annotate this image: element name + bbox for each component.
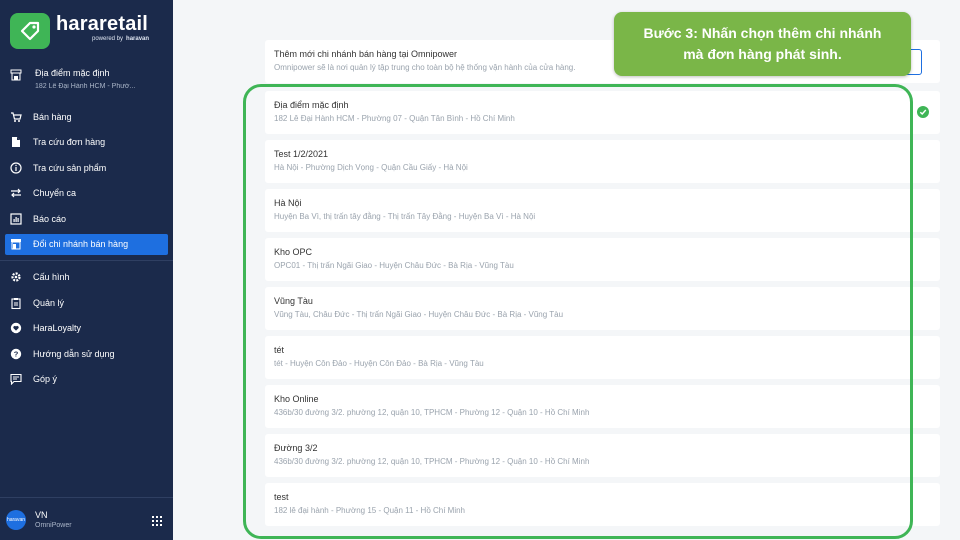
- branch-name: tét: [274, 345, 285, 355]
- sidebar-item-huong-dan[interactable]: ? Hướng dẫn sử dụng: [0, 341, 173, 367]
- branch-item[interactable]: tét tét - Huyện Côn Đảo - Huyện Côn Đảo …: [265, 336, 940, 379]
- info-icon: [10, 162, 22, 174]
- store-icon: [10, 238, 22, 250]
- branch-address: Hà Nội - Phường Dịch Vọng - Quận Cầu Giấ…: [274, 163, 468, 172]
- branch-address: 182 Lê Đại Hành HCM - Phường 07 - Quận T…: [274, 114, 515, 123]
- branch-address: 436b/30 đường 3/2. phường 12, quận 10, T…: [274, 408, 590, 417]
- sidebar-footer: haravan VN OmniPower: [0, 497, 173, 540]
- sidebar-menu: Bán hàng Tra cứu đơn hàng Tra cứu sản ph…: [0, 104, 173, 392]
- help-icon: ?: [10, 348, 22, 360]
- branch-item[interactable]: Kho Online 436b/30 đường 3/2. phường 12,…: [265, 385, 940, 428]
- branch-address: tét - Huyện Côn Đảo - Huyện Côn Đảo - Bà…: [274, 359, 484, 368]
- branch-name: test: [274, 492, 289, 502]
- branch-item[interactable]: Test 1/2/2021 Hà Nội - Phường Dịch Vọng …: [265, 140, 940, 183]
- branch-name: Địa điểm mặc định: [274, 100, 349, 110]
- location-address: 182 Lê Đại Hành HCM - Phườ...: [35, 83, 136, 90]
- feedback-icon: [10, 373, 22, 386]
- cart-icon: [10, 111, 22, 123]
- sidebar-item-label: Quản lý: [33, 297, 65, 308]
- sidebar-item-label: Góp ý: [33, 374, 58, 385]
- sidebar-item-tra-cuu-don-hang[interactable]: Tra cứu đơn hàng: [0, 130, 173, 156]
- callout-line-1: Bước 3: Nhấn chọn thêm chi nhánh: [643, 25, 882, 41]
- logo-powered: powered by: [92, 36, 124, 42]
- swap-icon: [10, 187, 22, 199]
- branch-address: OPC01 - Thị trấn Ngãi Giao - Huyện Châu …: [274, 261, 514, 270]
- sidebar-item-label: Tra cứu đơn hàng: [33, 137, 106, 148]
- apps-grid-icon[interactable]: [152, 516, 162, 526]
- sidebar-item-label: HaraLoyalty: [33, 323, 82, 334]
- logo-name: hararetail: [56, 13, 149, 35]
- branch-address: 436b/30 đường 3/2. phường 12, quận 10, T…: [274, 457, 590, 466]
- location-selector[interactable]: Địa điểm mặc định 182 Lê Đại Hành HCM - …: [0, 62, 173, 100]
- logo-brand: haravan: [126, 36, 150, 42]
- add-branch-title: Thêm mới chi nhánh bán hàng tại Omnipowe…: [274, 49, 457, 59]
- branch-name: Hà Nội: [274, 198, 302, 208]
- sidebar-item-label: Đổi chi nhánh bán hàng: [33, 239, 129, 249]
- sidebar-item-gop-y[interactable]: Góp ý: [0, 367, 173, 393]
- location-title: Địa điểm mặc định: [35, 68, 110, 78]
- sidebar-item-tra-cuu-san-pham[interactable]: Tra cứu sản phẩm: [0, 155, 173, 181]
- footer-user: VN: [35, 510, 48, 520]
- branch-item-default[interactable]: Địa điểm mặc định 182 Lê Đại Hành HCM - …: [265, 91, 940, 134]
- branch-name: Kho Online: [274, 394, 319, 404]
- branch-name: Kho OPC: [274, 247, 313, 257]
- add-branch-description: Omnipower sẽ là nơi quản lý tập trung ch…: [274, 63, 576, 72]
- branch-address: 182 lê đại hành - Phường 15 - Quận 11 - …: [274, 506, 466, 515]
- store-icon: [10, 68, 22, 81]
- logo[interactable]: hararetail powered by haravan: [10, 13, 149, 49]
- sidebar: hararetail powered by haravan Địa điểm m…: [0, 0, 173, 540]
- main-content: Thêm mới chi nhánh bán hàng tại Omnipowe…: [173, 0, 960, 540]
- avatar[interactable]: haravan: [6, 510, 26, 530]
- branch-address: Vũng Tàu, Châu Đức - Thị trấn Ngãi Giao …: [274, 310, 564, 319]
- branch-name: Test 1/2/2021: [274, 149, 329, 159]
- branch-name: Vũng Tàu: [274, 296, 313, 306]
- sidebar-divider: [0, 259, 173, 261]
- sidebar-item-label: Bán hàng: [33, 111, 72, 122]
- branch-address: Huyện Ba Vì, thị trấn tây đằng - Thị trấ…: [274, 212, 536, 221]
- document-icon: [10, 136, 22, 148]
- sidebar-item-label: Tra cứu sản phẩm: [33, 162, 107, 173]
- sidebar-item-label: Chuyển ca: [33, 188, 77, 199]
- sidebar-item-quan-ly[interactable]: Quản lý: [0, 290, 173, 316]
- branch-name: Đường 3/2: [274, 443, 318, 453]
- footer-org: OmniPower: [35, 522, 72, 529]
- clipboard-icon: [10, 297, 22, 309]
- gear-icon: [10, 271, 22, 283]
- sidebar-item-chuyen-ca[interactable]: Chuyển ca: [0, 181, 173, 207]
- heart-icon: [10, 322, 22, 334]
- branch-item[interactable]: Vũng Tàu Vũng Tàu, Châu Đức - Thị trấn N…: [265, 287, 940, 330]
- sidebar-item-cau-hinh[interactable]: Cấu hình: [0, 265, 173, 291]
- sidebar-item-label: Hướng dẫn sử dụng: [33, 348, 115, 359]
- sidebar-item-label: Báo cáo: [33, 213, 67, 224]
- sidebar-item-label: Cấu hình: [33, 272, 70, 283]
- chart-icon: [10, 213, 22, 225]
- selected-check-icon: [917, 106, 929, 118]
- tutorial-callout: Bước 3: Nhấn chọn thêm chi nhánh mà đơn …: [614, 12, 911, 76]
- branch-item[interactable]: Hà Nội Huyện Ba Vì, thị trấn tây đằng - …: [265, 189, 940, 232]
- callout-line-2: mà đơn hàng phát sinh.: [683, 46, 842, 62]
- tag-icon: [10, 13, 50, 49]
- sidebar-item-haraloyalty[interactable]: HaraLoyalty: [0, 316, 173, 342]
- branch-item[interactable]: Kho OPC OPC01 - Thị trấn Ngãi Giao - Huy…: [265, 238, 940, 281]
- svg-text:?: ?: [14, 349, 19, 358]
- logo-subtitle: powered by haravan: [92, 36, 149, 42]
- branch-item[interactable]: Đường 3/2 436b/30 đường 3/2. phường 12, …: [265, 434, 940, 477]
- sidebar-item-doi-chi-nhanh[interactable]: Đổi chi nhánh bán hàng: [5, 233, 168, 255]
- sidebar-item-ban-hang[interactable]: Bán hàng: [0, 104, 173, 130]
- branch-item[interactable]: test 182 lê đại hành - Phường 15 - Quận …: [265, 483, 940, 526]
- sidebar-item-bao-cao[interactable]: Báo cáo: [0, 206, 173, 232]
